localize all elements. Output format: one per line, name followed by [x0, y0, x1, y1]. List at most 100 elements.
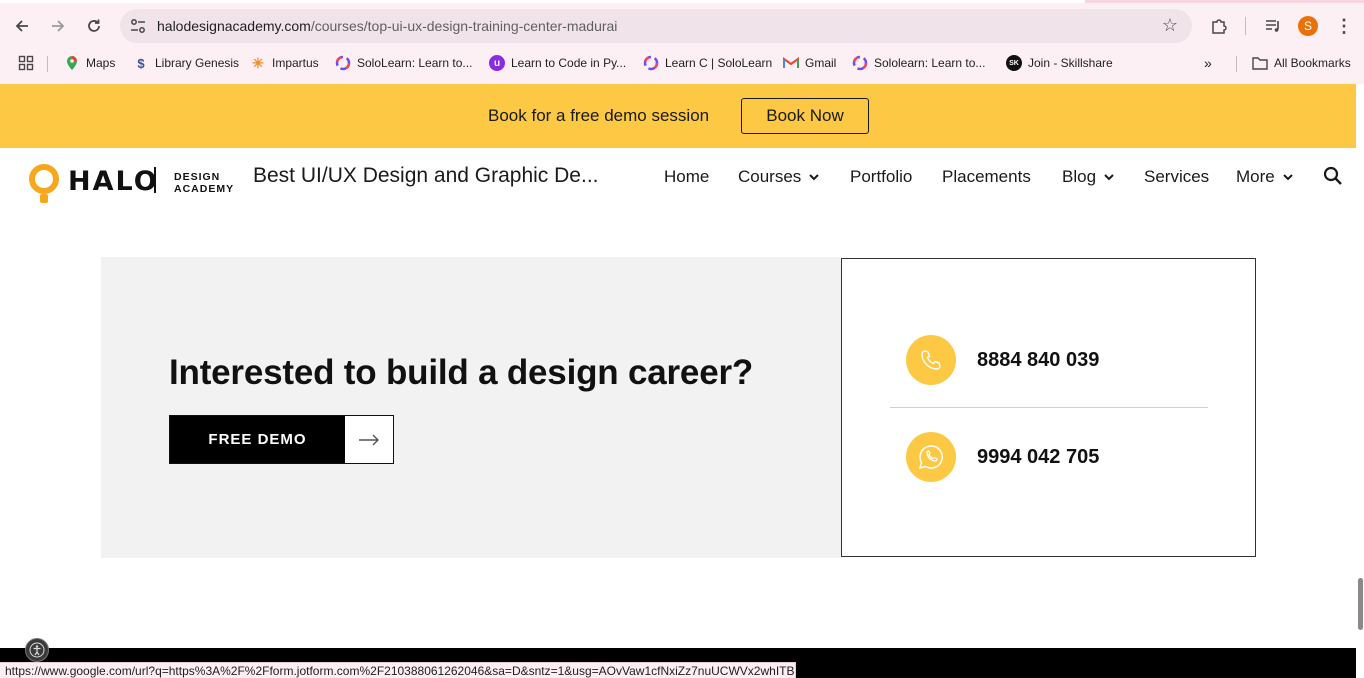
- chevron-down-icon: [1104, 174, 1114, 181]
- whatsapp-number: 9994 042 705: [977, 445, 1100, 468]
- url-host: halodesignacademy.com: [157, 18, 311, 34]
- whatsapp-icon: [906, 432, 956, 482]
- contact-divider: [890, 407, 1208, 408]
- more-bookmarks-icon[interactable]: »: [1204, 53, 1212, 73]
- bookmarks-separator: [47, 56, 48, 72]
- nav-placements[interactable]: Placements: [942, 167, 1031, 187]
- url-text[interactable]: halodesignacademy.com/courses/top-ui-ux-…: [157, 18, 617, 34]
- nav-more[interactable]: More: [1236, 167, 1293, 187]
- phone-number: 8884 840 039: [977, 348, 1100, 371]
- cta-heading: Interested to build a design career?: [169, 353, 754, 392]
- bookmark-label: Impartus: [272, 56, 319, 70]
- url-path: /courses/top-ui-ux-design-training-cente…: [310, 18, 618, 34]
- bookmark-label: Library Genesis: [155, 56, 240, 70]
- bookmark-sololearn-2[interactable]: Sololearn: Learn to...: [852, 53, 985, 73]
- bookmark-star-icon[interactable]: ☆: [1162, 15, 1178, 36]
- nav-label: Blog: [1062, 167, 1097, 186]
- nav-label: Home: [664, 167, 710, 186]
- logo-separator: [154, 167, 156, 193]
- site-title: Best UI/UX Design and Graphic De...: [253, 164, 599, 187]
- whatsapp-contact[interactable]: 9994 042 705: [906, 432, 1246, 482]
- free-demo-button[interactable]: FREE DEMO: [169, 415, 394, 464]
- bookmark-label: Learn C | SoloLearn: [665, 56, 773, 70]
- nav-portfolio[interactable]: Portfolio: [850, 167, 912, 187]
- folder-icon: [1252, 55, 1268, 71]
- kebab-menu-icon[interactable]: ⋮: [1334, 14, 1354, 38]
- extensions-button[interactable]: [1208, 14, 1230, 38]
- bookmark-impartus[interactable]: ✳ Impartus: [250, 53, 319, 73]
- site-settings-icon[interactable]: [129, 17, 147, 35]
- logo-subtitle-line: DESIGN: [174, 171, 221, 183]
- arrow-left-icon: [15, 20, 28, 32]
- toolbar-separator: [1244, 14, 1246, 38]
- profile-avatar[interactable]: S: [1298, 16, 1318, 36]
- playlist-icon: [1266, 20, 1279, 32]
- all-bookmarks-label: All Bookmarks: [1274, 56, 1351, 70]
- demo-banner: Book for a free demo session Book Now: [0, 84, 1356, 148]
- nav-label: More: [1236, 167, 1275, 186]
- sololearn-icon: [643, 55, 659, 71]
- nav-label: Placements: [942, 167, 1031, 186]
- learn-python-icon: u: [489, 55, 505, 71]
- site-header: HALO DESIGN ACADEMY Best UI/UX Design an…: [0, 148, 1356, 210]
- tab-strip-edge: [0, 0, 1364, 3]
- bookmark-learn-python[interactable]: u Learn to Code in Py...: [489, 53, 626, 73]
- bookmarks-bar: Maps $ Library Genesis ✳ Impartus SoloLe…: [0, 50, 1364, 76]
- search-icon[interactable]: [1322, 165, 1344, 187]
- puzzle-icon: [1212, 19, 1227, 34]
- logo-subtitle-line: ACADEMY: [174, 183, 235, 195]
- scrollbar-thumb[interactable]: [1358, 578, 1363, 630]
- phone-icon: [906, 335, 956, 385]
- bookmarks-separator: [1236, 56, 1237, 72]
- bookmark-label: SoloLearn: Learn to...: [357, 56, 473, 70]
- logo-subtitle: DESIGN ACADEMY: [174, 171, 234, 195]
- nav-home[interactable]: Home: [664, 167, 709, 187]
- bookmark-learn-c[interactable]: Learn C | SoloLearn: [643, 53, 772, 73]
- bookmark-library-genesis[interactable]: $ Library Genesis: [133, 53, 239, 73]
- address-bar[interactable]: halodesignacademy.com/courses/top-ui-ux-…: [120, 9, 1192, 43]
- site-logo[interactable]: HALO DESIGN ACADEMY: [28, 156, 243, 203]
- banner-text: Book for a free demo session: [488, 106, 710, 125]
- chevron-down-icon: [809, 174, 820, 181]
- chevron-down-icon: [1283, 174, 1293, 181]
- accessibility-icon[interactable]: [25, 638, 49, 662]
- reload-icon: [88, 19, 100, 32]
- impartus-icon: ✳: [252, 54, 264, 71]
- career-cta-section: Interested to build a design career? FRE…: [101, 257, 842, 558]
- apps-icon[interactable]: [18, 53, 34, 73]
- logo-wordmark: HALO: [68, 166, 159, 197]
- bookmark-label: Maps: [86, 56, 116, 70]
- nav-courses[interactable]: Courses: [738, 167, 820, 187]
- arrow-right-icon: [52, 20, 65, 32]
- bookmark-sololearn-1[interactable]: SoloLearn: Learn to...: [335, 53, 472, 73]
- nav-label: Services: [1144, 167, 1210, 186]
- maps-icon: [64, 55, 80, 71]
- all-bookmarks-button[interactable]: All Bookmarks: [1252, 53, 1351, 73]
- reload-button[interactable]: [80, 12, 108, 40]
- library-genesis-icon: $: [137, 55, 145, 71]
- nav-label: Portfolio: [850, 167, 913, 186]
- nav-label: Courses: [738, 167, 802, 186]
- bookmark-skillshare[interactable]: SK Join - Skillshare: [1006, 53, 1113, 73]
- book-now-button[interactable]: Book Now: [741, 98, 869, 134]
- media-control-button[interactable]: [1262, 14, 1284, 38]
- bookmark-gmail[interactable]: Gmail: [783, 53, 836, 73]
- bulb-logo-icon: [29, 164, 59, 203]
- bookmark-maps[interactable]: Maps: [64, 53, 115, 73]
- browser-toolbar: halodesignacademy.com/courses/top-ui-ux-…: [0, 0, 1364, 84]
- gmail-icon: [783, 55, 799, 71]
- sololearn-icon: [852, 55, 868, 71]
- back-button[interactable]: [8, 12, 36, 40]
- link-status-bar: https://www.google.com/url?q=https%3A%2F…: [0, 662, 796, 678]
- skillshare-icon: SK: [1006, 55, 1022, 71]
- arrow-right-icon: [345, 416, 393, 463]
- bookmark-label: Gmail: [805, 56, 837, 70]
- forward-button[interactable]: [44, 12, 72, 40]
- nav-services[interactable]: Services: [1144, 167, 1209, 187]
- bookmark-label: Sololearn: Learn to...: [874, 56, 986, 70]
- phone-contact[interactable]: 8884 840 039: [906, 335, 1246, 385]
- free-demo-label: FREE DEMO: [170, 416, 345, 463]
- nav-blog[interactable]: Blog: [1062, 167, 1114, 187]
- contact-box: 8884 840 039 9994 042 705: [841, 258, 1256, 557]
- sololearn-icon: [335, 55, 351, 71]
